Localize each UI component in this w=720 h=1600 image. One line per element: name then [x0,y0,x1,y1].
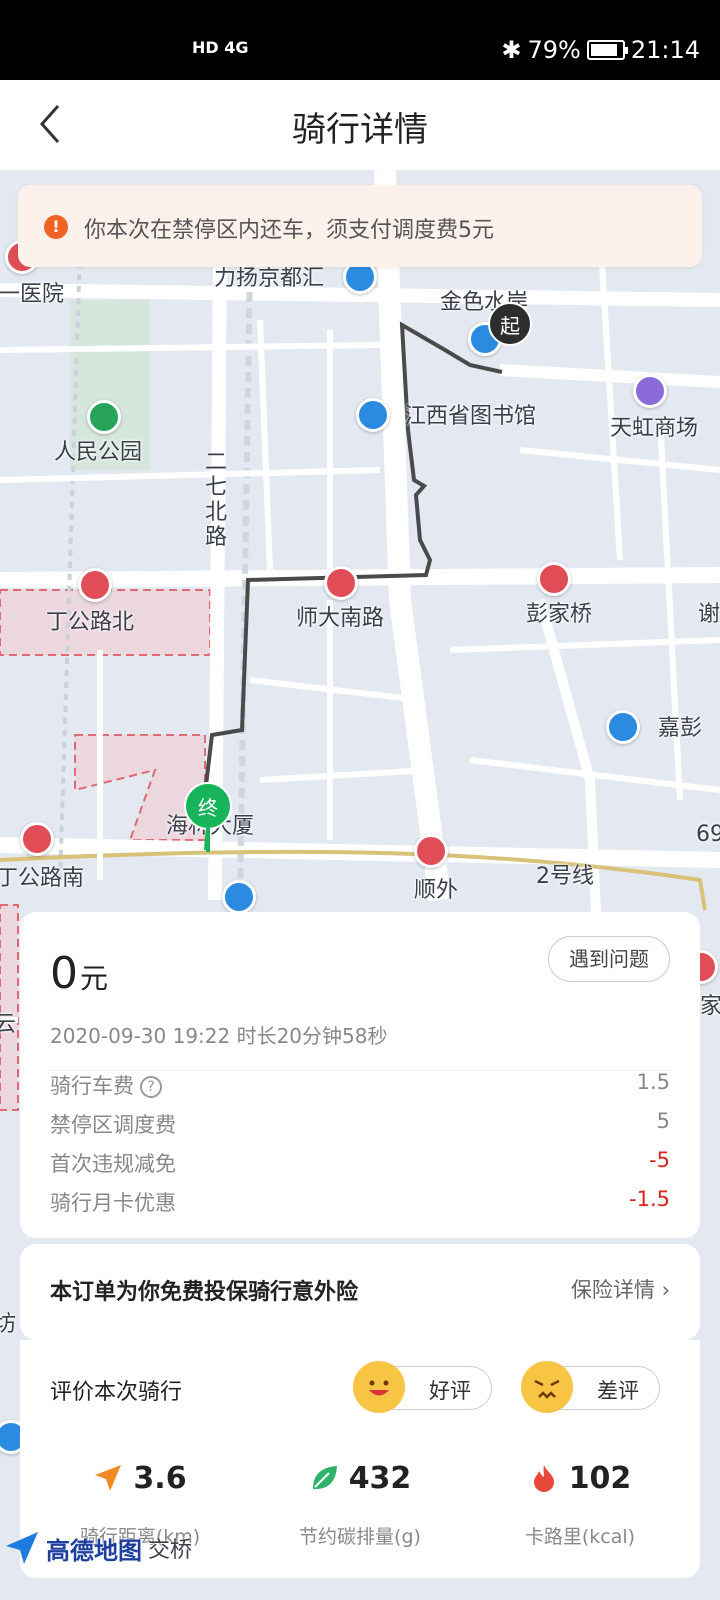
poi-icon[interactable] [87,400,121,434]
smile-face-icon [353,1361,405,1413]
calories-stat: 102 卡路里(kcal) [524,1460,636,1549]
notice-text: 你本次在禁停区内还车，须支付调度费5元 [84,218,494,243]
price-value: 0 [50,948,78,999]
fee-card: 0元 遇到问题 2020-09-30 19:22 时长20分钟58秒 骑行车费?… [20,912,700,1238]
fee-value: -1.5 [629,1187,670,1211]
help-icon[interactable]: ? [140,1076,162,1098]
map-label: 二七北路 [205,450,228,550]
map-label: 师大南路 [296,606,385,631]
metro-icon[interactable] [20,822,54,856]
fee-value: -5 [649,1148,670,1172]
bad-review-button[interactable]: 差评 [521,1361,660,1413]
report-issue-button[interactable]: 遇到问题 [548,936,670,982]
map-label: 云 [0,1012,17,1037]
price-unit: 元 [80,962,109,995]
metro-icon[interactable] [78,568,112,602]
map-label: 嘉彭 [658,716,703,741]
insurance-details-link[interactable]: 保险详情 › [571,1274,670,1304]
map-label: 谢 [698,602,720,627]
insurance-title: 本订单为你免费投保骑行意外险 [50,1280,359,1305]
map-label: 顺外 [414,878,459,903]
map-label: 丁公路南 [0,866,85,891]
fee-row: 骑行车费? 1.5 [50,1070,670,1104]
angry-face-icon [521,1361,573,1413]
map-label: 一医院 [0,282,65,307]
clock: 21:14 [630,36,700,64]
navigation-arrow-icon [95,1465,122,1491]
status-right: ✱ 79% 21:14 [501,36,700,64]
leaf-icon [312,1466,337,1490]
bluetooth-icon: ✱ [501,36,522,64]
amap-logo-icon [6,1532,38,1564]
network-indicator: HD 4G [192,38,249,57]
metro-icon[interactable] [324,566,358,600]
metro-icon[interactable] [414,834,448,868]
map-label: 2号线 [536,864,594,889]
poi-icon[interactable] [606,710,640,744]
map-label: 坊 [0,1312,17,1337]
rating-title: 评价本次骑行 [50,1380,183,1405]
poi-icon[interactable] [222,880,256,914]
fee-row: 骑行月卡优惠 -1.5 [50,1187,670,1221]
end-pin-stem [206,828,210,852]
fee-row: 禁停区调度费 5 [50,1109,670,1143]
map-label: 彭家桥 [526,602,593,627]
amap-logo: 高德地图 交桥 [4,1530,192,1566]
map-label: 江西省图书馆 [404,404,537,429]
end-pin[interactable]: 终 [184,782,232,830]
map-label: 人民公园 [54,440,143,465]
battery-icon [586,40,628,60]
poi-icon[interactable] [633,374,667,408]
battery-percent: 79% [527,36,581,64]
map-label: 69 [696,822,720,847]
chevron-right-icon: › [661,1278,670,1302]
flame-icon [533,1465,554,1492]
start-pin[interactable]: 起 [488,302,532,346]
no-parking-notice: ! 你本次在禁停区内还车，须支付调度费5元 [18,185,702,267]
map-label: 天虹商场 [610,416,699,441]
total-price: 0元 [50,948,108,999]
map-label: 家 [700,994,720,1019]
fee-value: 5 [656,1109,670,1133]
nav-bar: 骑行详情 [0,80,720,170]
insurance-card[interactable]: 本订单为你免费投保骑行意外险 保险详情 › [20,1244,700,1340]
trip-meta: 2020-09-30 19:22 时长20分钟58秒 [50,1024,388,1048]
carbon-stat: 432 节约碳排量(g) [299,1460,421,1549]
warning-icon: ! [44,215,68,239]
fee-value: 1.5 [636,1070,670,1094]
page-title: 骑行详情 [292,110,428,150]
fee-label: 首次违规减免 [50,1152,176,1176]
fee-label: 骑行月卡优惠 [50,1191,176,1215]
status-bar: HD 4G ✱ 79% 21:14 [0,0,720,80]
poi-icon[interactable] [356,398,390,432]
metro-icon[interactable] [537,562,571,596]
good-review-button[interactable]: 好评 [353,1361,492,1413]
rating-card: 评价本次骑行 好评 差评 [20,1340,700,1436]
fee-label: 禁停区调度费 [50,1113,176,1137]
fee-row: 首次违规减免 -5 [50,1148,670,1182]
fee-label: 骑行车费? [50,1070,162,1100]
map-label: 丁公路北 [46,610,135,635]
